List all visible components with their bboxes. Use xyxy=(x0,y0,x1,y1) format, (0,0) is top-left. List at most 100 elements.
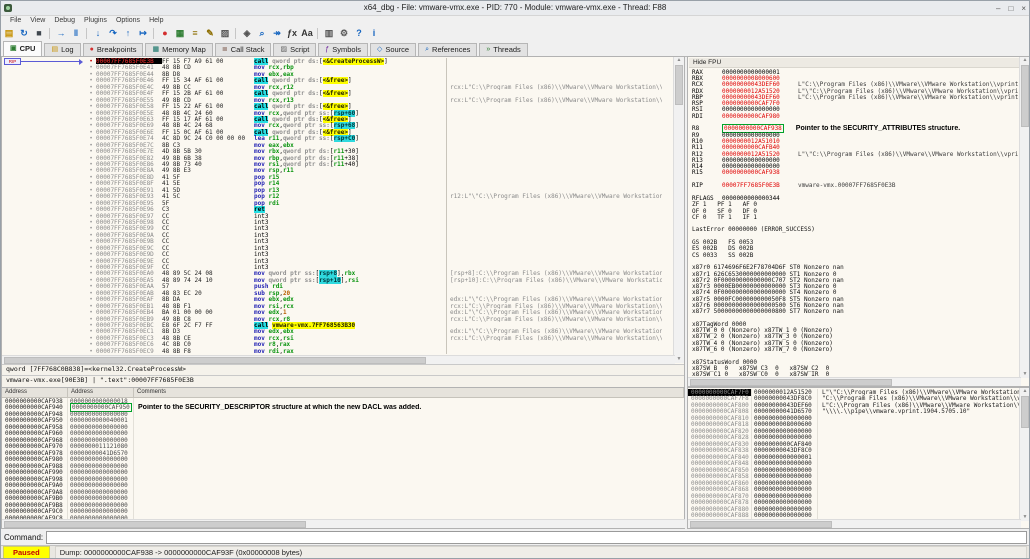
step-out-icon[interactable]: ↑ xyxy=(121,27,135,40)
tab-bar: ▣ CPU ▤ Log ● Breakpoints ▦ Memory Map ≣ Call Sta… xyxy=(1,41,1029,57)
run-to-return-icon[interactable]: ↦ xyxy=(136,27,150,40)
maximize-button[interactable]: □ xyxy=(1008,4,1013,13)
hide-fpu-button[interactable]: Hide FPU xyxy=(689,58,1019,68)
step-into-icon[interactable]: ↓ xyxy=(91,27,105,40)
register-reference: L"C:\\Program Files (x86)\\VMware\\VMwar… xyxy=(798,93,1018,101)
tab-references-icon: ⌕ xyxy=(425,46,430,53)
register-info-line: x87SW_C1 0 x87SW_C0 0 x87SW_IR 0 xyxy=(692,371,830,376)
toolbar-separator xyxy=(235,28,236,39)
tab-script[interactable]: ▨ Script xyxy=(273,43,317,56)
tab-memory-map[interactable]: ▦ Memory Map xyxy=(145,43,213,56)
tab-breakpoints-icon: ● xyxy=(89,46,94,53)
stop-icon[interactable]: ■ xyxy=(32,27,46,40)
tab-label: Call Stack xyxy=(230,45,265,54)
run-icon[interactable]: → xyxy=(54,27,68,40)
script-icon[interactable]: ▨ xyxy=(218,27,232,40)
tab-source[interactable]: ◇ Source xyxy=(369,43,417,56)
breakpoint-icon[interactable]: ● xyxy=(158,27,172,40)
menu-help[interactable]: Help xyxy=(149,17,163,24)
dump-annotation: Pointer to the SECURITY_DESCRIPTOR struc… xyxy=(138,404,422,412)
references-icon[interactable]: ↠ xyxy=(270,27,284,40)
notes-icon[interactable]: ✎ xyxy=(203,27,217,40)
tab-cpu[interactable]: ▣ CPU xyxy=(3,41,43,56)
scroll-thumb[interactable] xyxy=(1021,396,1029,428)
tab-script-icon: ▨ xyxy=(280,46,288,53)
menu-file[interactable]: File xyxy=(10,17,21,24)
rip-marker: RIP xyxy=(4,58,86,65)
help-icon[interactable]: ? xyxy=(352,27,366,40)
tab-threads-icon: » xyxy=(486,46,491,53)
dump-hscrollbar[interactable] xyxy=(2,519,685,528)
menu-debug[interactable]: Debug xyxy=(54,17,75,24)
disasm-instruction: mov rdi,rax xyxy=(254,347,294,355)
rip-arrow-icon xyxy=(79,59,83,65)
disassembly-vscrollbar[interactable]: ▲ ▼ xyxy=(673,57,684,363)
tab-symbols[interactable]: ƒ Symbols xyxy=(318,43,368,56)
scroll-thumb[interactable] xyxy=(675,65,683,105)
tab-threads[interactable]: » Threads xyxy=(479,43,528,56)
about-icon[interactable]: i xyxy=(367,27,381,40)
scroll-down-icon[interactable]: ▼ xyxy=(1020,514,1029,521)
stack-vscrollbar[interactable]: ▲ ▼ xyxy=(1019,388,1029,521)
registers-hscrollbar[interactable] xyxy=(688,377,1021,386)
dump-header-address[interactable]: Address xyxy=(68,388,134,397)
tab-log[interactable]: ▤ Log xyxy=(44,43,81,56)
disasm-gutter xyxy=(2,348,86,354)
command-label: Command: xyxy=(4,532,44,542)
memory-map-icon[interactable]: ▦ xyxy=(173,27,187,40)
tab-call-stack[interactable]: ≣ Call Stack xyxy=(214,43,272,56)
scroll-thumb[interactable] xyxy=(1021,65,1029,127)
find-icon[interactable]: ⌕ xyxy=(255,27,269,40)
graph-icon[interactable]: ◈ xyxy=(240,27,254,40)
font-icon[interactable]: Aa xyxy=(300,27,314,40)
menu-options[interactable]: Options xyxy=(116,17,140,24)
registers-pane: Hide FPU RAX 0000000000000001 RBX 000000000… xyxy=(687,56,1029,387)
restart-icon[interactable]: ↻ xyxy=(17,27,31,40)
tab-references[interactable]: ⌕ References xyxy=(418,43,478,56)
scroll-down-icon[interactable]: ▼ xyxy=(674,356,684,363)
step-over-icon[interactable]: ↷ xyxy=(106,27,120,40)
disasm-comment xyxy=(446,347,662,355)
tab-label: References xyxy=(432,45,471,54)
settings-icon[interactable]: ⚙ xyxy=(337,27,351,40)
scroll-up-icon[interactable]: ▲ xyxy=(674,57,684,64)
registers-vscrollbar[interactable]: ▲ ▼ xyxy=(1019,57,1029,378)
scroll-thumb[interactable] xyxy=(4,357,426,364)
pause-icon[interactable]: ‖ xyxy=(69,27,83,40)
tab-label: CPU xyxy=(19,44,36,53)
minimize-button[interactable]: – xyxy=(996,4,1000,13)
register-lines: RAX 0000000000000001 RBX 0000000008000600 RC… xyxy=(692,69,1018,376)
register-value: 00007FF7685F0E3B xyxy=(722,182,780,189)
disasm-address: 00007FF7685F0EC9 xyxy=(96,347,154,355)
dump-header-comments[interactable]: Comments xyxy=(134,388,684,397)
disassembly-hscrollbar[interactable] xyxy=(2,355,675,364)
log-icon[interactable]: ≡ xyxy=(188,27,202,40)
scroll-down-icon[interactable]: ▼ xyxy=(1020,371,1029,378)
close-button[interactable]: × xyxy=(1021,4,1026,13)
register-reference: L"\"C:\\Program Files (x86)\\VMware\\VMw… xyxy=(798,150,1018,158)
calculator-icon[interactable]: ▥ xyxy=(322,27,336,40)
breakpoint-dot-icon[interactable]: • xyxy=(86,348,96,355)
fx-icon[interactable]: ƒx xyxy=(285,27,299,40)
scroll-up-icon[interactable]: ▲ xyxy=(1020,388,1029,395)
menu-view[interactable]: View xyxy=(30,17,45,24)
title-bar: x64_dbg - File: vmware-vmx.exe - PID: 77… xyxy=(1,1,1029,16)
stack-hscrollbar[interactable] xyxy=(688,519,1021,528)
window-title: x64_dbg - File: vmware-vmx.exe - PID: 77… xyxy=(363,3,667,12)
info-line-module: vmware-vmx.exe[90E3B] | ".text":00007FF7… xyxy=(2,375,684,387)
dump-header-address[interactable]: Address xyxy=(2,388,68,397)
menu-plugins[interactable]: Plugins xyxy=(84,17,107,24)
dump-pane: Address Address Comments 0000000000CAF938 0… xyxy=(1,387,685,529)
register-name: RIP xyxy=(692,182,703,189)
disasm-row[interactable]: • 00007FF7685F0EC9 48 8B F8 mov rdi,rax xyxy=(2,347,662,355)
info-line-pointer: qword [7FF768C0B838]=<kernel32.CreatePro… xyxy=(2,364,684,375)
tab-breakpoints[interactable]: ● Breakpoints xyxy=(82,43,144,56)
open-file-icon[interactable]: ▤ xyxy=(2,27,16,40)
tab-label: Script xyxy=(290,45,310,54)
scroll-thumb[interactable] xyxy=(690,521,832,528)
tab-label: Breakpoints xyxy=(96,45,137,54)
scroll-thumb[interactable] xyxy=(690,379,892,386)
scroll-thumb[interactable] xyxy=(4,521,306,528)
scroll-up-icon[interactable]: ▲ xyxy=(1020,57,1029,64)
command-input[interactable] xyxy=(46,530,1027,544)
